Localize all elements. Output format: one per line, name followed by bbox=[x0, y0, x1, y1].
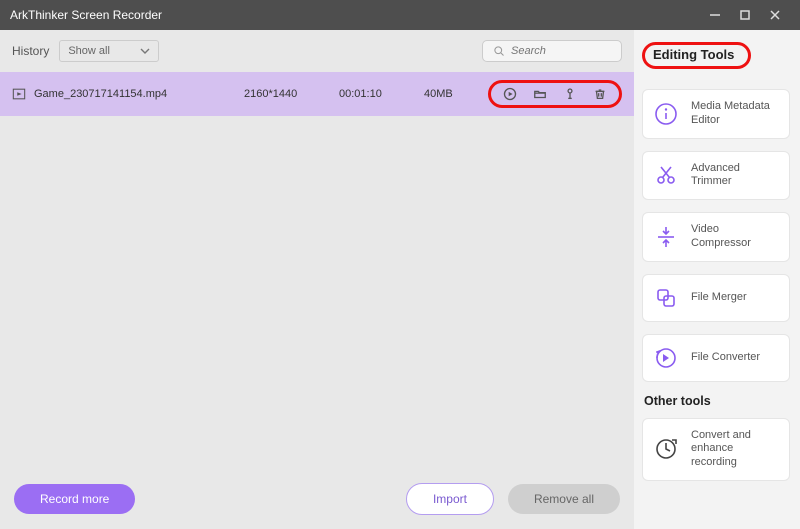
tool-file-merger[interactable]: File Merger bbox=[642, 274, 790, 322]
remove-all-button[interactable]: Remove all bbox=[508, 484, 620, 514]
window-title: ArkThinker Screen Recorder bbox=[10, 8, 162, 22]
video-file-icon bbox=[12, 87, 26, 101]
minimize-button[interactable] bbox=[700, 0, 730, 30]
trash-icon[interactable] bbox=[593, 87, 607, 101]
file-duration: 00:01:10 bbox=[339, 88, 424, 100]
file-row-actions bbox=[488, 80, 622, 108]
history-filter-value: Show all bbox=[68, 45, 110, 57]
tool-label: Media Metadata Editor bbox=[691, 100, 779, 128]
tool-convert-enhance-recording[interactable]: Convert and enhance recording bbox=[642, 418, 790, 481]
tool-advanced-trimmer[interactable]: Advanced Trimmer bbox=[642, 151, 790, 201]
minimize-icon bbox=[708, 8, 722, 22]
file-name: Game_230717141154.mp4 bbox=[34, 88, 244, 100]
maximize-button[interactable] bbox=[730, 0, 760, 30]
chevron-down-icon bbox=[140, 46, 150, 56]
file-size: 40MB bbox=[424, 88, 494, 100]
info-icon bbox=[653, 101, 679, 127]
scissors-icon bbox=[653, 162, 679, 188]
editing-tools-heading: Editing Tools bbox=[642, 42, 751, 69]
history-toolbar: History Show all bbox=[0, 30, 634, 70]
close-icon bbox=[768, 8, 782, 22]
wrench-icon[interactable] bbox=[563, 87, 577, 101]
side-panel: Editing Tools Media Metadata Editor Adva… bbox=[634, 30, 800, 529]
maximize-icon bbox=[738, 8, 752, 22]
import-button[interactable]: Import bbox=[406, 483, 494, 515]
tool-media-metadata-editor[interactable]: Media Metadata Editor bbox=[642, 89, 790, 139]
tool-video-compressor[interactable]: Video Compressor bbox=[642, 212, 790, 262]
history-filter-select[interactable]: Show all bbox=[59, 40, 159, 62]
merge-icon bbox=[653, 285, 679, 311]
tool-label: File Converter bbox=[691, 351, 760, 365]
bottom-toolbar: Record more Import Remove all bbox=[14, 483, 620, 515]
close-button[interactable] bbox=[760, 0, 790, 30]
search-icon bbox=[493, 45, 505, 57]
tool-label: Video Compressor bbox=[691, 223, 779, 251]
tool-label: Advanced Trimmer bbox=[691, 162, 779, 190]
tool-file-converter[interactable]: File Converter bbox=[642, 334, 790, 382]
search-field[interactable] bbox=[482, 40, 622, 62]
enhance-icon bbox=[653, 436, 679, 462]
tool-label: Convert and enhance recording bbox=[691, 429, 779, 470]
history-label: History bbox=[12, 44, 49, 58]
convert-icon bbox=[653, 345, 679, 371]
main-panel: History Show all Game_230717141154.mp4 2… bbox=[0, 30, 634, 529]
other-tools-heading: Other tools bbox=[644, 394, 790, 408]
folder-icon[interactable] bbox=[533, 87, 547, 101]
compress-icon bbox=[653, 224, 679, 250]
titlebar: ArkThinker Screen Recorder bbox=[0, 0, 800, 30]
play-icon[interactable] bbox=[503, 87, 517, 101]
tool-label: File Merger bbox=[691, 291, 747, 305]
file-resolution: 2160*1440 bbox=[244, 88, 339, 100]
search-input[interactable] bbox=[511, 45, 601, 57]
record-more-button[interactable]: Record more bbox=[14, 484, 135, 514]
file-row[interactable]: Game_230717141154.mp4 2160*1440 00:01:10… bbox=[0, 72, 634, 116]
